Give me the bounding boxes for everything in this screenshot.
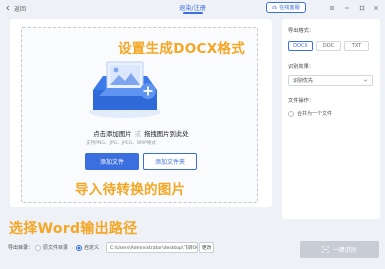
- back-label: 返回: [14, 5, 27, 13]
- close-icon: [373, 5, 379, 10]
- scan-icon: [322, 246, 330, 253]
- title-underline: [183, 12, 203, 14]
- menu-button[interactable]: [326, 2, 338, 13]
- chevron-left-icon: [6, 5, 10, 11]
- drop-instruction: 点击添加图片或拖拽图片到此处: [56, 129, 226, 138]
- change-path-button[interactable]: 更改: [199, 242, 214, 253]
- recognition-value: 识别优先: [293, 78, 314, 84]
- maximize-button[interactable]: [356, 2, 368, 13]
- settings-panel: 导出格式： DOCX DOC TXT 识别效果： 识别优先 文件操作： 合并为一…: [282, 19, 380, 219]
- headset-icon: [272, 5, 277, 10]
- convert-label: 一键识别: [332, 247, 357, 254]
- output-dir-label: 导出目录：: [8, 245, 34, 251]
- format-doc-button[interactable]: DOC: [316, 41, 341, 51]
- add-folder-button[interactable]: 添加文件夹: [143, 153, 197, 170]
- add-file-button[interactable]: 添加文件: [85, 153, 139, 170]
- minimize-icon: [344, 7, 350, 8]
- merge-label: 合并为一个文件: [297, 111, 333, 117]
- window-title[interactable]: 退染/注册: [170, 3, 215, 12]
- annotation-set-format: 设置生成DOCX格式: [118, 41, 245, 57]
- add-image-illustration[interactable]: [85, 52, 165, 122]
- export-format-label: 导出格式：: [288, 28, 314, 34]
- output-path-input[interactable]: C:\Users\Administrator\desktop\飞转OCR识别: [106, 242, 198, 253]
- output-custom-label: 自定义: [84, 245, 100, 251]
- online-service-label: 在线客服: [279, 5, 300, 11]
- merge-option[interactable]: 合并为一个文件: [288, 110, 332, 117]
- annotation-import-images: 导入待转换的图片: [75, 182, 186, 198]
- title-bar: 返回 退染/注册 在线客服: [0, 0, 385, 16]
- merge-radio[interactable]: [288, 110, 294, 117]
- convert-button[interactable]: 一键识别: [300, 241, 379, 258]
- back-button[interactable]: 返回: [5, 3, 26, 13]
- supported-formats-text: 支持PNG、JPG、JPEG、BMP格式: [86, 141, 157, 146]
- drop-text-click: 点击添加图片: [93, 130, 132, 138]
- app-window: 返回 退染/注册 在线客服 点击添加图片 或 拖拽图片到此处 支持PNG、JPG…: [0, 0, 385, 269]
- output-custom-radio[interactable]: [76, 244, 82, 251]
- output-original-radio[interactable]: [35, 244, 41, 251]
- output-custom-option[interactable]: 自定义: [76, 244, 99, 251]
- drop-text-separator: 或: [134, 130, 141, 138]
- online-service-button[interactable]: 在线客服: [266, 2, 306, 13]
- format-options: DOCX DOC TXT: [288, 41, 369, 51]
- file-ops-label: 文件操作：: [288, 98, 314, 104]
- recognition-select[interactable]: 识别优先: [288, 75, 373, 86]
- format-docx-button[interactable]: DOCX: [288, 41, 313, 51]
- close-button[interactable]: [370, 2, 382, 13]
- menu-icon: [329, 6, 335, 9]
- maximize-icon: [359, 5, 365, 10]
- chevron-down-icon: [363, 79, 368, 82]
- output-original-option[interactable]: 原文件目录: [35, 244, 68, 251]
- recognition-label: 识别效果：: [288, 64, 314, 70]
- minimize-button[interactable]: [341, 2, 353, 13]
- drop-text-drag: 拖拽图片到此处: [144, 130, 189, 138]
- format-txt-button[interactable]: TXT: [344, 41, 369, 51]
- output-original-label: 原文件目录: [43, 245, 69, 251]
- annotation-choose-output: 选择Word输出路径: [9, 221, 138, 237]
